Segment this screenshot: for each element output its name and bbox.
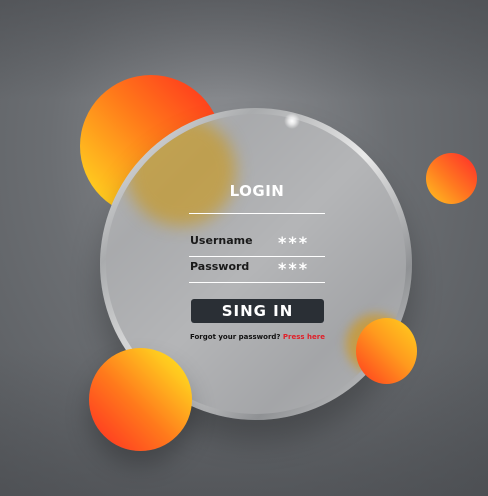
title-divider xyxy=(189,213,325,214)
forgot-password-row: Forgot your password? Press here xyxy=(190,333,325,341)
sparkle-icon xyxy=(284,113,300,129)
username-field[interactable] xyxy=(278,233,318,252)
decorative-sphere-right xyxy=(356,318,417,384)
username-underline xyxy=(189,256,325,257)
username-label: Username xyxy=(190,234,253,247)
password-label: Password xyxy=(190,260,250,273)
sign-in-button[interactable]: SING IN xyxy=(191,299,324,323)
decorative-sphere-bottom xyxy=(89,348,192,451)
password-underline xyxy=(189,282,325,283)
forgot-password-link[interactable]: Press here xyxy=(283,333,325,341)
password-field[interactable] xyxy=(278,259,318,278)
login-title: LOGIN xyxy=(229,182,285,200)
decorative-sphere-small xyxy=(426,153,477,204)
glass-reflection-top xyxy=(126,116,236,226)
forgot-password-text: Forgot your password? xyxy=(190,333,281,341)
